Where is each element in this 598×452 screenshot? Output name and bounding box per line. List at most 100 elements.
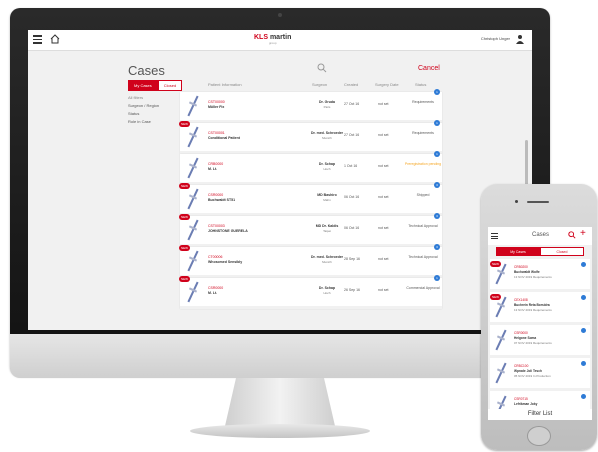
filter-item[interactable]: Surgeon / Region bbox=[128, 102, 159, 110]
home-icon[interactable] bbox=[50, 34, 60, 44]
notification-dot bbox=[581, 262, 586, 267]
notification-dot bbox=[581, 394, 586, 399]
patient-name: JOHNSTONE GUERELA bbox=[208, 229, 248, 233]
patient-name: Buchwaldt Wolfe bbox=[514, 270, 540, 274]
notification-count-badge: 1 bbox=[434, 275, 440, 281]
patient-name: Helgone Soma bbox=[514, 336, 537, 340]
patient-name: Lefrikman Joky bbox=[514, 402, 538, 406]
notification-count-badge: 3 bbox=[434, 244, 440, 250]
created-date: 27 Oct 16 bbox=[344, 133, 360, 137]
phone-add-case-icon[interactable]: + bbox=[580, 228, 586, 239]
created-date: 1 Oct 16 bbox=[344, 164, 358, 168]
notification-dot bbox=[581, 361, 586, 366]
phone-hamburger-menu-icon[interactable] bbox=[491, 233, 498, 241]
filter-list: All filters Surgeon / Region Status Role… bbox=[128, 94, 159, 126]
filter-item[interactable]: All filters bbox=[128, 94, 159, 102]
cancel-button[interactable]: Cancel bbox=[418, 65, 440, 72]
phone-speaker bbox=[527, 201, 549, 203]
case-filter-toggle: My Cases Closed bbox=[128, 80, 183, 91]
table-row[interactable]: CRB0000 M. Lt. Dr. Schap Hoch 1 Oct 16 not se… bbox=[180, 151, 442, 185]
case-id: CST00000 bbox=[208, 100, 225, 104]
column-header-surgery-date[interactable]: Surgery Date bbox=[375, 82, 399, 87]
new-badge: NEW bbox=[179, 214, 190, 220]
surgery-date: not set bbox=[378, 288, 389, 292]
surgery-date: not set bbox=[378, 102, 389, 106]
new-badge: NEW bbox=[490, 294, 501, 300]
monitor-stand bbox=[225, 378, 335, 426]
patient-name: Buchwaldt ST51 bbox=[208, 198, 236, 202]
implant-thumbnail bbox=[186, 250, 200, 272]
notification-count-badge: 1 bbox=[434, 120, 440, 126]
case-id: CT00006 bbox=[208, 255, 223, 259]
patient-name: Wprade Joli Tesch bbox=[514, 369, 542, 373]
implant-thumbnail bbox=[186, 219, 200, 241]
new-badge: NEW bbox=[179, 276, 190, 282]
user-avatar-icon[interactable] bbox=[516, 34, 524, 44]
case-date-status: 07 NOV 2019 Requirements bbox=[514, 341, 552, 345]
created-date: 28 Sep 16 bbox=[344, 257, 360, 261]
closed-tab[interactable]: Closed bbox=[157, 80, 183, 91]
table-row[interactable]: NEW CST00001 Conditional Patient Dr. med. S… bbox=[179, 120, 442, 154]
phone-list-item[interactable]: NEW CRB0200 Buchwaldt Wolfe 13 NOV 2019 Req… bbox=[490, 259, 590, 292]
table-row[interactable]: NEW CST00003 JOHNSTONE GUERELA MD Dr. Kaldi… bbox=[179, 213, 442, 247]
table-row[interactable]: NEW CSR0000 Buchwaldt ST51 MD Bashiro Mahn 06… bbox=[179, 182, 442, 216]
notification-dot bbox=[581, 295, 586, 300]
table-row[interactable]: NEW CT00006 Whosomed Sensibly Dr. med. Schr… bbox=[179, 244, 442, 278]
page-title: Cases bbox=[128, 63, 165, 78]
case-id: CEX1408 bbox=[514, 298, 528, 302]
column-header-created[interactable]: Created bbox=[344, 82, 358, 87]
implant-thumbnail bbox=[186, 126, 200, 148]
surgery-date: not set bbox=[378, 133, 389, 137]
surgery-date: not set bbox=[378, 164, 389, 168]
created-date: 26 Sep 16 bbox=[344, 288, 360, 292]
phone-list-item[interactable]: CRBC100 Wprade Joli Tesch 05 NOV 2019 In P… bbox=[490, 358, 590, 391]
filter-item[interactable]: Role in Case bbox=[128, 118, 159, 126]
phone-case-filter-toggle: My Cases Closed bbox=[496, 247, 584, 256]
patient-name: Müller Fix bbox=[208, 105, 225, 109]
case-id: CST00003 bbox=[208, 224, 225, 228]
table-row[interactable]: NEW CSR0000 M. Lt. Dr. Schap Hoch 26 Sep 16 no… bbox=[179, 275, 442, 309]
hamburger-menu-icon[interactable] bbox=[33, 35, 42, 44]
notification-count-badge: 1 bbox=[434, 89, 440, 95]
case-status: Requirements bbox=[412, 100, 434, 104]
surgery-date: not set bbox=[378, 226, 389, 230]
notification-count-badge: 3 bbox=[434, 182, 440, 188]
top-bar: KLS martin group Christoph Unger bbox=[28, 30, 532, 51]
column-header-patient[interactable]: Patient Information bbox=[208, 82, 242, 87]
column-header-status[interactable]: Status bbox=[415, 82, 426, 87]
created-date: 06 Oct 16 bbox=[344, 226, 360, 230]
case-id: CSR0715 bbox=[514, 397, 528, 401]
phone-list-item[interactable]: CSR0000 Helgone Soma 07 NOV 2019 Requireme… bbox=[490, 325, 590, 358]
case-status: Technical Approval bbox=[408, 255, 438, 259]
filter-list-button[interactable]: Filter List bbox=[488, 409, 592, 420]
phone-closed-tab[interactable]: Closed bbox=[540, 247, 584, 256]
phone-page-title: Cases bbox=[532, 232, 550, 238]
table-row[interactable]: CST00000 Müller Fix Dr. Gruda Paris 27 Oct 1… bbox=[180, 89, 442, 123]
new-badge: NEW bbox=[179, 183, 190, 189]
phone-my-cases-tab[interactable]: My Cases bbox=[496, 247, 540, 256]
case-status: Commercial Approval bbox=[406, 286, 440, 290]
my-cases-tab[interactable]: My Cases bbox=[128, 80, 158, 91]
column-header-surgeon[interactable]: Surgeon bbox=[312, 82, 327, 87]
phone-search-icon[interactable] bbox=[568, 231, 576, 239]
case-date-status: 05 NOV 2019 In Production bbox=[514, 374, 551, 378]
surgery-date: not set bbox=[378, 257, 389, 261]
user-name[interactable]: Christoph Unger bbox=[481, 36, 510, 41]
case-status: Preregistration pending bbox=[404, 162, 442, 166]
filter-item[interactable]: Status bbox=[128, 110, 159, 118]
search-icon[interactable] bbox=[317, 63, 327, 73]
implant-thumbnail bbox=[494, 362, 508, 384]
phone-list-item[interactable]: NEW CEX1408 Buchrein Reta Borsidra 13 NOV 2… bbox=[490, 292, 590, 325]
phone-top-bar: Cases + bbox=[488, 227, 592, 245]
mobile-phone: Cases + My Cases Closed NEW CRB0200 Buchwa… bbox=[481, 184, 597, 450]
surgery-date: not set bbox=[378, 195, 389, 199]
phone-case-list: NEW CRB0200 Buchwaldt Wolfe 13 NOV 2019 Req… bbox=[490, 259, 590, 420]
new-badge: NEW bbox=[179, 121, 190, 127]
case-status: Requirements bbox=[412, 131, 434, 135]
implant-thumbnail bbox=[186, 281, 200, 303]
case-id: CRB0200 bbox=[514, 265, 528, 269]
case-id: CRB0000 bbox=[208, 162, 224, 166]
implant-thumbnail bbox=[186, 188, 200, 210]
phone-home-button[interactable] bbox=[527, 426, 551, 446]
case-list: CST00000 Müller Fix Dr. Gruda Paris 27 Oct 1… bbox=[179, 89, 442, 309]
